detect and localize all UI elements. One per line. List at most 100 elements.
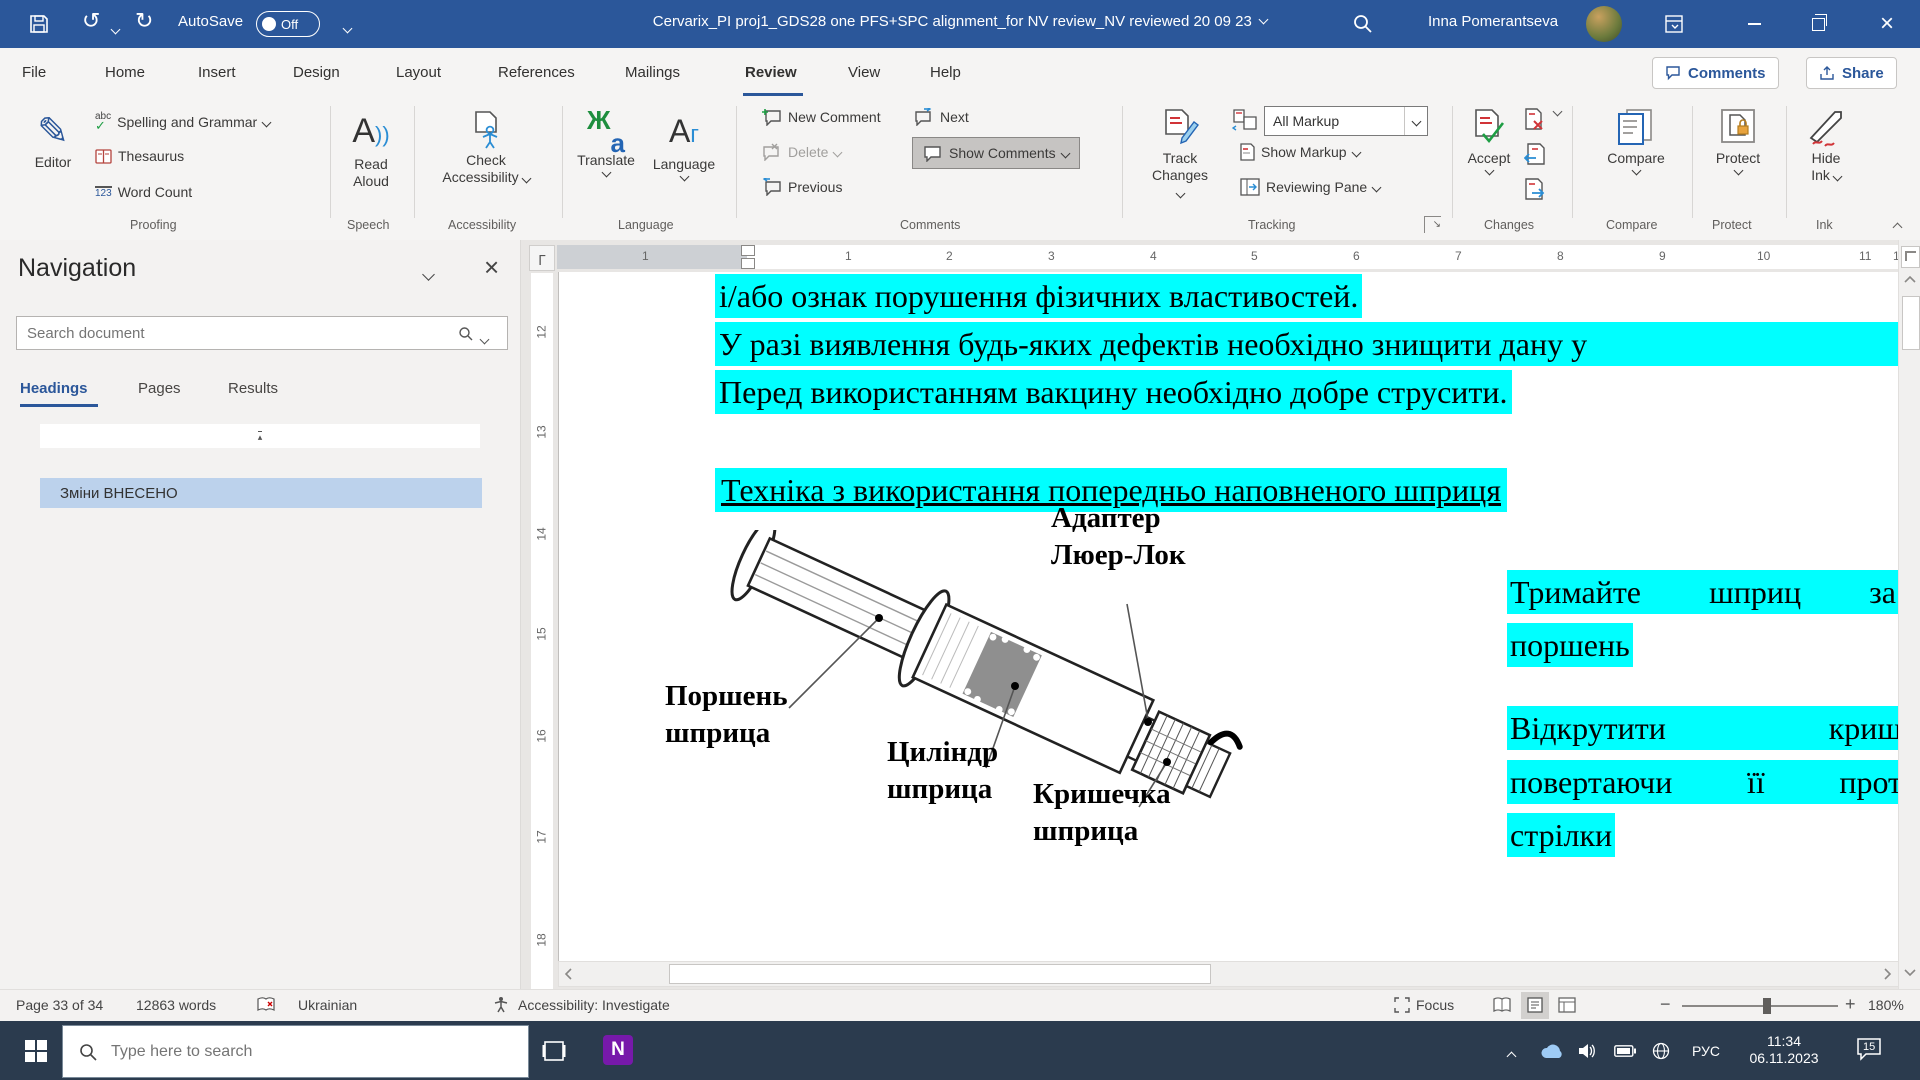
web-layout-icon[interactable]	[1558, 997, 1576, 1013]
search-icon[interactable]	[1352, 13, 1374, 35]
vertical-scrollbar[interactable]	[1898, 240, 1920, 989]
doc-right-text[interactable]: Відкрутитикриш	[1507, 706, 1899, 750]
network-icon[interactable]	[1652, 1042, 1670, 1060]
previous-change-button[interactable]	[1524, 143, 1546, 172]
tab-mailings[interactable]: Mailings	[625, 64, 680, 81]
language-button[interactable]: Aг Language	[648, 110, 720, 180]
volume-icon[interactable]	[1578, 1043, 1596, 1059]
ruler-toggle-button[interactable]	[1901, 246, 1920, 268]
zoom-slider-thumb[interactable]	[1763, 998, 1771, 1014]
zoom-percentage[interactable]: 180%	[1868, 997, 1904, 1013]
onedrive-icon[interactable]	[1540, 1044, 1564, 1060]
indent-marker[interactable]	[741, 245, 755, 256]
editor-button[interactable]: ✎ Editor	[22, 110, 84, 171]
document-title[interactable]: Cervarix_PI proj1_GDS28 one PFS+SPC alig…	[460, 13, 1460, 30]
read-mode-icon[interactable]	[1492, 997, 1512, 1013]
close-button[interactable]: ×	[1854, 0, 1920, 48]
show-markup-button[interactable]: Show Markup	[1240, 143, 1360, 161]
horizontal-scrollbar-thumb[interactable]	[669, 964, 1211, 984]
tray-chevron-icon[interactable]	[1508, 1047, 1515, 1065]
tab-review[interactable]: Review	[745, 64, 797, 81]
page-indicator[interactable]: Page 33 of 34	[16, 997, 103, 1013]
focus-button[interactable]: Focus	[1416, 997, 1454, 1013]
nav-tab-pages[interactable]: Pages	[138, 380, 181, 397]
tray-language[interactable]: РУС	[1692, 1043, 1720, 1059]
tracking-dialog-launcher[interactable]: ↘	[1424, 216, 1441, 233]
check-accessibility-button[interactable]: Check Accessibility	[426, 110, 546, 186]
accept-button[interactable]: Accept	[1460, 108, 1518, 174]
nav-search-input[interactable]	[16, 316, 508, 350]
compare-button[interactable]: Compare	[1596, 108, 1676, 174]
previous-comment-button[interactable]: Previous	[762, 178, 842, 196]
tab-home[interactable]: Home	[105, 64, 145, 81]
accessibility-status-icon[interactable]	[492, 996, 510, 1014]
doc-text-line[interactable]: Перед використанням вакцину необхідно до…	[715, 370, 1512, 414]
tab-insert[interactable]: Insert	[198, 64, 236, 81]
tab-help[interactable]: Help	[930, 64, 961, 81]
vertical-ruler[interactable]: 12 13 14 15 16 17 18	[531, 273, 553, 989]
indent-marker-bottom[interactable]	[741, 258, 755, 269]
share-button[interactable]: Share	[1806, 57, 1897, 89]
scroll-up-arrow[interactable]	[1904, 274, 1916, 286]
thesaurus-button[interactable]: Thesaurus	[95, 148, 184, 164]
restore-button[interactable]	[1790, 0, 1846, 48]
taskbar-search-input[interactable]	[109, 1042, 493, 1062]
print-layout-icon[interactable]	[1526, 997, 1544, 1013]
display-for-review-dropdown[interactable]	[1404, 107, 1427, 135]
zoom-out-button[interactable]: −	[1660, 994, 1671, 1015]
scroll-down-arrow[interactable]	[1904, 966, 1916, 978]
avatar[interactable]	[1586, 6, 1622, 42]
nav-heading-item-selected[interactable]: Зміни ВНЕСЕНО	[40, 478, 482, 508]
display-for-review-select[interactable]: All Markup	[1264, 106, 1428, 136]
battery-icon[interactable]	[1614, 1045, 1636, 1057]
undo-chevron-icon[interactable]	[112, 20, 119, 38]
show-comments-button[interactable]: Show Comments	[912, 137, 1080, 169]
translate-button[interactable]: Ж a Translate	[570, 110, 642, 176]
reviewing-pane-button[interactable]: Reviewing Pane	[1240, 178, 1380, 196]
new-comment-button[interactable]: New Comment	[762, 108, 881, 126]
reject-button[interactable]	[1524, 108, 1561, 137]
autosave-toggle[interactable]: Off	[256, 11, 320, 37]
word-count-status[interactable]: 12863 words	[136, 997, 216, 1013]
taskbar-search-box[interactable]	[62, 1025, 529, 1078]
track-changes-button[interactable]: Track Changes	[1148, 108, 1212, 201]
tab-file[interactable]: File	[22, 64, 46, 81]
collapse-ribbon-button[interactable]	[1894, 218, 1901, 236]
redo-icon[interactable]: ↻	[135, 8, 153, 34]
delete-comment-button[interactable]: Delete	[762, 143, 841, 161]
document-page[interactable]: і/або ознак порушення фізичних властивос…	[558, 272, 1899, 961]
titlebar-more-chevron-icon[interactable]	[344, 19, 351, 37]
save-icon[interactable]	[28, 13, 50, 35]
tab-design[interactable]: Design	[293, 64, 340, 81]
language-status[interactable]: Ukrainian	[298, 997, 357, 1013]
scroll-right-arrow[interactable]	[1881, 968, 1893, 980]
zoom-in-button[interactable]: +	[1845, 994, 1856, 1015]
minimize-button[interactable]	[1726, 0, 1782, 48]
tray-clock[interactable]: 11:34 06.11.2023	[1738, 1033, 1830, 1067]
protect-button[interactable]: Protect	[1700, 108, 1776, 174]
start-button[interactable]	[24, 1039, 48, 1063]
comments-button[interactable]: Comments	[1652, 57, 1779, 89]
next-comment-button[interactable]: Next	[914, 108, 969, 126]
spelling-grammar-button[interactable]: abc✓ Spelling and Grammar	[95, 112, 270, 132]
ribbon-display-options-icon[interactable]	[1664, 14, 1684, 34]
nav-search-icon[interactable]	[458, 326, 474, 342]
action-center-button[interactable]: 15	[1856, 1037, 1892, 1065]
proofing-errors-icon[interactable]	[256, 996, 276, 1014]
user-name[interactable]: Inna Pomerantseva	[1428, 13, 1558, 30]
word-count-button[interactable]: 123 Word Count	[95, 184, 192, 200]
horizontal-ruler[interactable]: 1 1 2 3 4 5 6 7 8 9 10 11 1	[557, 245, 1898, 269]
tab-layout[interactable]: Layout	[396, 64, 441, 81]
nav-collapse-bar[interactable]: ▴	[40, 424, 480, 448]
next-change-button[interactable]	[1524, 178, 1546, 207]
scroll-left-arrow[interactable]	[563, 968, 575, 980]
doc-text-line[interactable]: і/або ознак порушення фізичних властивос…	[715, 274, 1362, 318]
tab-references[interactable]: References	[498, 64, 575, 81]
focus-icon[interactable]	[1394, 997, 1410, 1013]
nav-search-chevron-icon[interactable]	[481, 330, 488, 348]
task-view-button[interactable]	[542, 1039, 566, 1063]
doc-right-text[interactable]: стрілки	[1507, 813, 1615, 857]
navigation-close-icon[interactable]: ×	[484, 252, 499, 283]
vertical-scrollbar-thumb[interactable]	[1902, 296, 1920, 350]
hide-ink-button[interactable]: Hide Ink	[1794, 108, 1858, 184]
